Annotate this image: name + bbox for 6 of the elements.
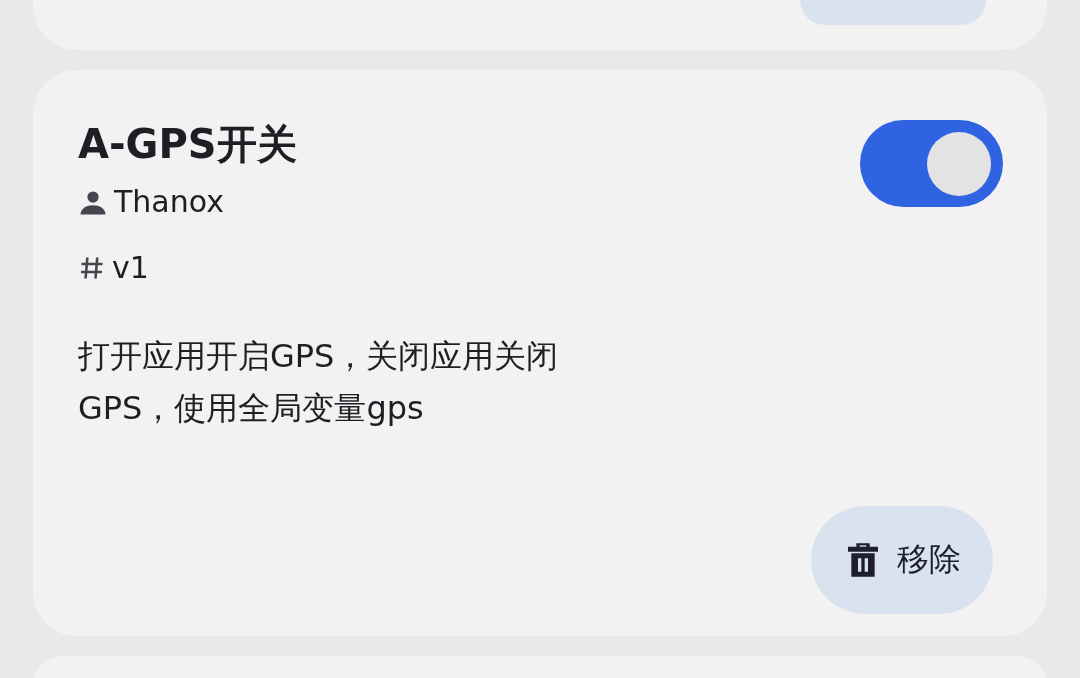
version-label: v1 bbox=[112, 249, 149, 287]
remove-button[interactable]: 移除 bbox=[811, 506, 993, 614]
rule-title: A-GPS开关 bbox=[78, 120, 297, 169]
author-name: Thanox bbox=[114, 183, 224, 221]
hash-icon bbox=[78, 254, 106, 282]
rule-description: 打开应用开启GPS，关闭应用关闭GPS，使用全局变量gps bbox=[78, 336, 560, 429]
